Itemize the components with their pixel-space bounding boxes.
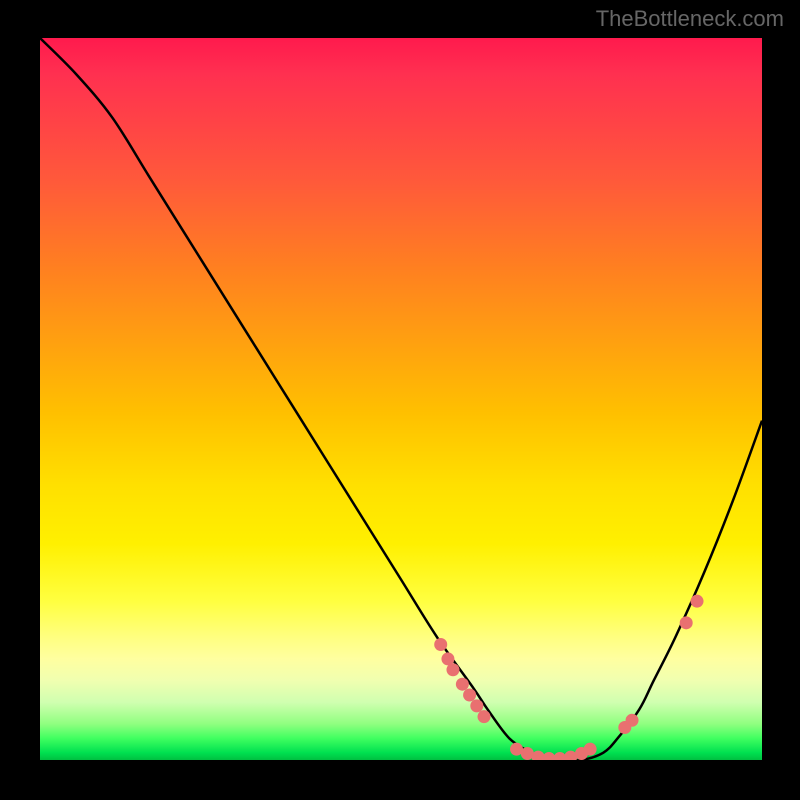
data-marker: [553, 752, 566, 760]
data-marker: [446, 663, 459, 676]
data-marker: [470, 699, 483, 712]
watermark-text: TheBottleneck.com: [596, 6, 784, 32]
data-marker: [434, 638, 447, 651]
data-markers: [434, 595, 703, 760]
data-marker: [463, 689, 476, 702]
data-marker: [680, 616, 693, 629]
data-marker: [510, 743, 523, 756]
data-marker: [521, 747, 534, 760]
bottleneck-curve: [40, 38, 762, 760]
data-marker: [456, 678, 469, 691]
data-marker: [584, 743, 597, 756]
data-marker: [543, 752, 556, 760]
data-marker: [618, 721, 631, 734]
chart-svg: [40, 38, 762, 760]
data-marker: [478, 710, 491, 723]
data-marker: [626, 714, 639, 727]
data-marker: [532, 751, 545, 760]
data-marker: [691, 595, 704, 608]
chart-plot-area: [40, 38, 762, 760]
data-marker: [564, 751, 577, 760]
data-marker: [575, 747, 588, 760]
data-marker: [441, 652, 454, 665]
